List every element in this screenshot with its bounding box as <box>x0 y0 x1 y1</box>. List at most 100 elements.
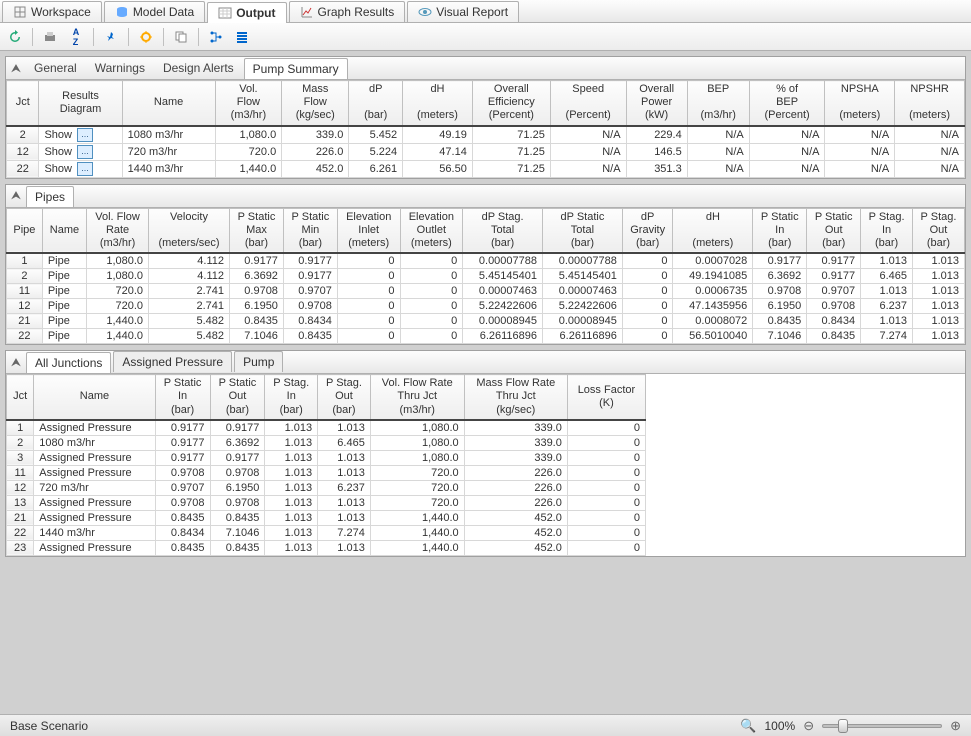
column-header[interactable]: Mass Flow RateThru Jct(kg/sec) <box>464 375 567 420</box>
cell: 0.9708 <box>155 495 210 510</box>
column-header[interactable]: P StaticOut(bar) <box>210 375 265 420</box>
highlight-button[interactable] <box>135 26 157 48</box>
cell: 720.0 <box>87 284 149 299</box>
column-header[interactable]: P Stag.In(bar) <box>861 208 913 253</box>
column-header[interactable]: P StaticMax(bar) <box>230 208 284 253</box>
subtab-warnings[interactable]: Warnings <box>87 58 153 78</box>
cell: 0.8435 <box>155 540 210 555</box>
column-header[interactable]: MassFlow(kg/sec) <box>282 81 349 126</box>
column-header[interactable]: Velocity(meters/sec) <box>149 208 230 253</box>
cell: 1.013 <box>913 253 965 269</box>
column-header[interactable]: P StaticIn(bar) <box>155 375 210 420</box>
column-header[interactable]: Loss Factor(K) <box>567 375 645 420</box>
cell: 0 <box>337 284 400 299</box>
column-header[interactable]: Jct <box>7 375 34 420</box>
column-header[interactable]: NPSHA(meters) <box>825 81 895 126</box>
tab-model-data[interactable]: Model Data <box>104 1 205 22</box>
column-header[interactable]: NPSHR(meters) <box>895 81 965 126</box>
cell: 1.013 <box>861 253 913 269</box>
subtab-pipes[interactable]: Pipes <box>26 186 74 207</box>
cell: 1.013 <box>913 269 965 284</box>
sort-az-button[interactable]: AZ <box>65 26 87 48</box>
cell: 720 m3/hr <box>122 143 215 160</box>
cell: 452.0 <box>464 540 567 555</box>
show-diagram-button[interactable]: … <box>77 162 93 176</box>
column-header[interactable]: ElevationInlet(meters) <box>337 208 400 253</box>
collapse-icon[interactable]: ⮝ <box>6 58 26 78</box>
column-header[interactable]: OverallEfficiency(Percent) <box>472 81 550 126</box>
subtab-assigned-pressure[interactable]: Assigned Pressure <box>113 351 232 372</box>
cell: 6.465 <box>318 435 371 450</box>
subtab-pump[interactable]: Pump <box>234 351 283 372</box>
cell: 5.482 <box>149 314 230 329</box>
cell: 0.9177 <box>210 450 265 465</box>
copy-button[interactable] <box>170 26 192 48</box>
column-header[interactable]: P Stag.In(bar) <box>265 375 318 420</box>
cell: 0.9177 <box>155 420 210 436</box>
zoom-in-button[interactable]: ⊕ <box>950 718 961 734</box>
show-diagram-button[interactable]: … <box>77 128 93 142</box>
cell: 0.9177 <box>807 253 861 269</box>
tab-graph-results[interactable]: Graph Results <box>289 1 406 22</box>
visual-icon <box>418 5 432 19</box>
column-header[interactable]: Name <box>42 208 86 253</box>
tree-button[interactable] <box>205 26 227 48</box>
tab-workspace[interactable]: Workspace <box>2 1 102 22</box>
cell: 56.50 <box>403 160 473 177</box>
cell: 12 <box>7 480 34 495</box>
tab-output[interactable]: Output <box>207 2 286 23</box>
pin-button[interactable] <box>100 26 122 48</box>
column-header[interactable]: ResultsDiagram <box>39 81 122 126</box>
column-header[interactable]: dP(bar) <box>349 81 403 126</box>
column-header[interactable]: Pipe <box>7 208 43 253</box>
subtab-general[interactable]: General <box>26 58 85 78</box>
cell: 1,080.0 <box>87 253 149 269</box>
cell: 1.013 <box>265 450 318 465</box>
column-header[interactable]: P Stag.Out(bar) <box>913 208 965 253</box>
column-header[interactable]: Name <box>122 81 215 126</box>
collapse-icon[interactable]: ⮝ <box>6 186 26 206</box>
column-header[interactable]: OverallPower(kW) <box>626 81 687 126</box>
column-header[interactable]: dH(meters) <box>403 81 473 126</box>
column-header[interactable]: P StaticOut(bar) <box>807 208 861 253</box>
column-header[interactable]: P StaticIn(bar) <box>753 208 807 253</box>
refresh-button[interactable] <box>4 26 26 48</box>
column-header[interactable]: BEP(m3/hr) <box>687 81 749 126</box>
cell: N/A <box>749 126 825 144</box>
column-header[interactable]: Speed(Percent) <box>550 81 626 126</box>
cell: 146.5 <box>626 143 687 160</box>
cell: 0 <box>337 253 400 269</box>
zoom-out-button[interactable]: ⊖ <box>803 718 814 734</box>
column-header[interactable]: ElevationOutlet(meters) <box>400 208 463 253</box>
subtab-all-junctions[interactable]: All Junctions <box>26 352 111 373</box>
subtab-pump-summary[interactable]: Pump Summary <box>244 58 348 79</box>
cell: 0 <box>622 314 673 329</box>
status-bar: Base Scenario 🔍 100% ⊖ ⊕ <box>0 714 971 736</box>
subtab-design-alerts[interactable]: Design Alerts <box>155 58 242 78</box>
print-button[interactable] <box>39 26 61 48</box>
column-header[interactable]: Vol. FlowRate(m3/hr) <box>87 208 149 253</box>
column-header[interactable]: P Stag.Out(bar) <box>318 375 371 420</box>
cell: 0 <box>337 299 400 314</box>
zoom-icon[interactable]: 🔍 <box>740 718 756 734</box>
column-header[interactable]: Jct <box>7 81 39 126</box>
list-button[interactable] <box>231 26 253 48</box>
column-header[interactable]: P StaticMin(bar) <box>283 208 337 253</box>
column-header[interactable]: dP StaticTotal(bar) <box>543 208 623 253</box>
column-header[interactable]: dH(meters) <box>673 208 753 253</box>
cell: 1.013 <box>265 495 318 510</box>
column-header[interactable]: Vol.Flow(m3/hr) <box>215 81 282 126</box>
column-header[interactable]: dP Stag.Total(bar) <box>463 208 543 253</box>
cell: N/A <box>687 126 749 144</box>
show-diagram-button[interactable]: … <box>77 145 93 159</box>
zoom-slider[interactable] <box>822 724 942 728</box>
cell: 0.9707 <box>807 284 861 299</box>
column-header[interactable]: % ofBEP(Percent) <box>749 81 825 126</box>
column-header[interactable]: Name <box>34 375 155 420</box>
collapse-icon[interactable]: ⮝ <box>6 352 26 372</box>
cell: Pipe <box>42 329 86 344</box>
column-header[interactable]: Vol. Flow RateThru Jct(m3/hr) <box>370 375 464 420</box>
column-header[interactable]: dPGravity(bar) <box>622 208 673 253</box>
tab-visual-report[interactable]: Visual Report <box>407 1 519 22</box>
cell: 1,440.0 <box>87 314 149 329</box>
